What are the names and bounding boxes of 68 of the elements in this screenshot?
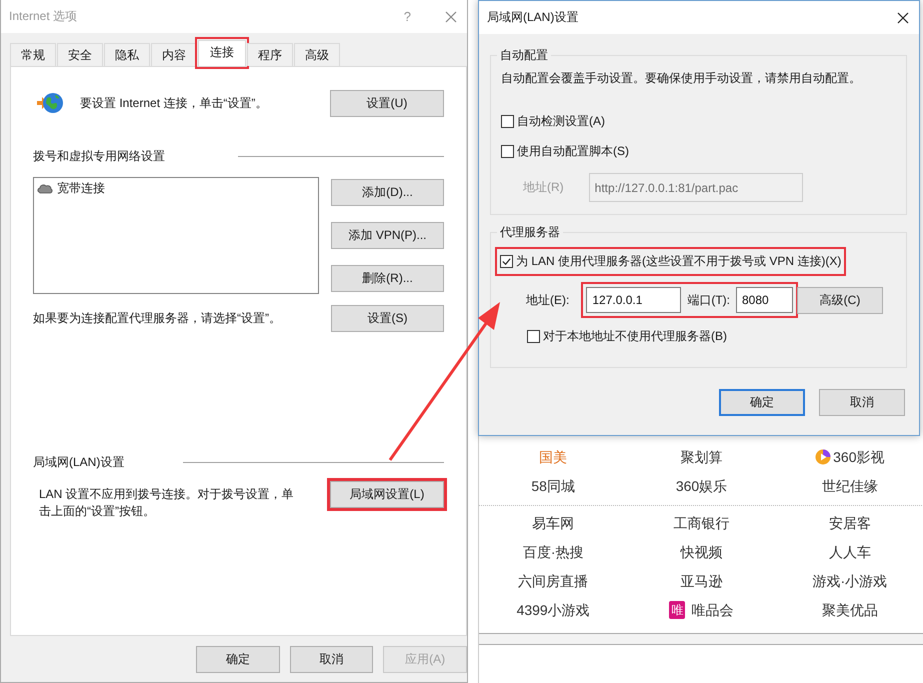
section-heading: 拨号和虚拟专用网络设置 <box>33 148 166 165</box>
dialog-button[interactable]: 取消 <box>290 646 374 673</box>
field-label: 端口(T): <box>687 292 730 308</box>
checkbox[interactable]: 使用自动配置脚本(S) <box>501 143 896 160</box>
site-link[interactable]: 百度·热搜 <box>522 543 584 561</box>
settings-button[interactable]: 设置(S) <box>331 305 444 332</box>
tab[interactable]: 连接 <box>198 40 246 66</box>
connection-icon <box>37 182 53 194</box>
site-link[interactable]: 58同城 <box>531 477 575 495</box>
checkbox-label: 对于本地地址不使用代理服务器(B) <box>543 328 727 345</box>
tab[interactable]: 安全 <box>57 43 103 66</box>
site-link[interactable]: 易车网 <box>532 514 574 532</box>
tab[interactable]: 高级 <box>294 43 340 66</box>
site-link[interactable]: 六间房直播 <box>518 572 588 590</box>
proxy-note: 如果要为连接配置代理服务器，请选择“设置”。 <box>33 310 281 327</box>
tab[interactable]: 常规 <box>10 43 56 66</box>
tab[interactable]: 隐私 <box>104 43 150 66</box>
site-link[interactable]: 亚马逊 <box>680 572 722 590</box>
checkbox[interactable]: 为 LAN 使用代理服务器(这些设置不用于拨号或 VPN 连接)(X) <box>497 249 844 274</box>
site-link[interactable]: 安居客 <box>828 514 871 532</box>
site-link[interactable]: 工商银行 <box>673 514 730 532</box>
section-heading: 局域网(LAN)设置 <box>33 454 126 471</box>
site-link[interactable]: 游戏·小游戏 <box>812 572 888 590</box>
field-label: 地址(R) <box>523 179 564 196</box>
close-icon[interactable] <box>897 12 909 24</box>
dialog-button[interactable]: 取消 <box>819 389 905 416</box>
setup-instruction: 要设置 Internet 连接，单击“设置”。 <box>80 94 268 112</box>
group-title: 自动配置 <box>499 47 549 64</box>
proxy-address-field[interactable]: 127.0.0.1 <box>586 287 682 313</box>
site-link[interactable]: 唯 唯品会 <box>669 601 734 619</box>
site-link[interactable]: 快视频 <box>680 543 722 561</box>
site-link[interactable]: 360影视 <box>815 448 884 466</box>
brand-badge: 唯 <box>669 601 686 619</box>
window-title: 局域网(LAN)设置 <box>487 9 580 26</box>
tab[interactable]: 程序 <box>247 43 293 66</box>
window-title: Internet 选项 <box>9 8 78 25</box>
dialup-button[interactable]: 添加 VPN(P)... <box>331 222 444 249</box>
site-link[interactable]: 聚美优品 <box>822 601 878 619</box>
lan-note: LAN 设置不应用到拨号连接。对于拨号设置，单击上面的“设置”按钮。 <box>38 486 295 520</box>
checkbox-label: 自动检测设置(A) <box>517 113 605 130</box>
dialog-button[interactable]: 确定 <box>196 646 280 673</box>
proxy-port-field[interactable]: 8080 <box>736 287 793 313</box>
setup-button[interactable]: 设置(U) <box>330 90 444 116</box>
site-link[interactable]: 4399小游戏 <box>516 601 590 619</box>
play-icon <box>815 449 832 465</box>
dialup-button[interactable]: 添加(D)... <box>331 179 444 206</box>
connection-name: 宽带连接 <box>57 180 105 197</box>
field-label: 地址(E): <box>526 292 570 308</box>
checkbox-label: 为 LAN 使用代理服务器(这些设置不用于拨号或 VPN 连接)(X) <box>516 253 842 270</box>
checkbox-box[interactable] <box>527 330 540 343</box>
checkbox-box[interactable] <box>501 115 514 128</box>
checkbox-label: 使用自动配置脚本(S) <box>517 143 629 160</box>
lan-settings-button[interactable]: 局域网设置(L) <box>330 481 444 508</box>
group-title: 代理服务器 <box>499 224 561 241</box>
site-link[interactable]: 聚划算 <box>680 448 722 466</box>
site-link[interactable]: 人人车 <box>828 543 871 561</box>
checkbox[interactable]: 对于本地地址不使用代理服务器(B) <box>527 328 896 345</box>
site-link[interactable]: 360娱乐 <box>676 477 728 495</box>
auto-config-note: 自动配置会覆盖手动设置。要确保使用手动设置，请禁用自动配置。 <box>501 70 862 87</box>
dialup-button[interactable]: 删除(R)... <box>331 265 444 292</box>
connection-item[interactable]: 宽带连接 <box>37 180 315 197</box>
dialog-button[interactable]: 确定 <box>719 389 805 416</box>
site-link[interactable]: 世纪佳缘 <box>822 477 878 495</box>
advanced-button[interactable]: 高级(C) <box>797 286 883 314</box>
checkbox-box[interactable] <box>501 145 514 158</box>
checkbox-box[interactable] <box>500 255 513 268</box>
tab[interactable]: 内容 <box>151 43 197 66</box>
checkbox[interactable]: 自动检测设置(A) <box>501 113 896 130</box>
